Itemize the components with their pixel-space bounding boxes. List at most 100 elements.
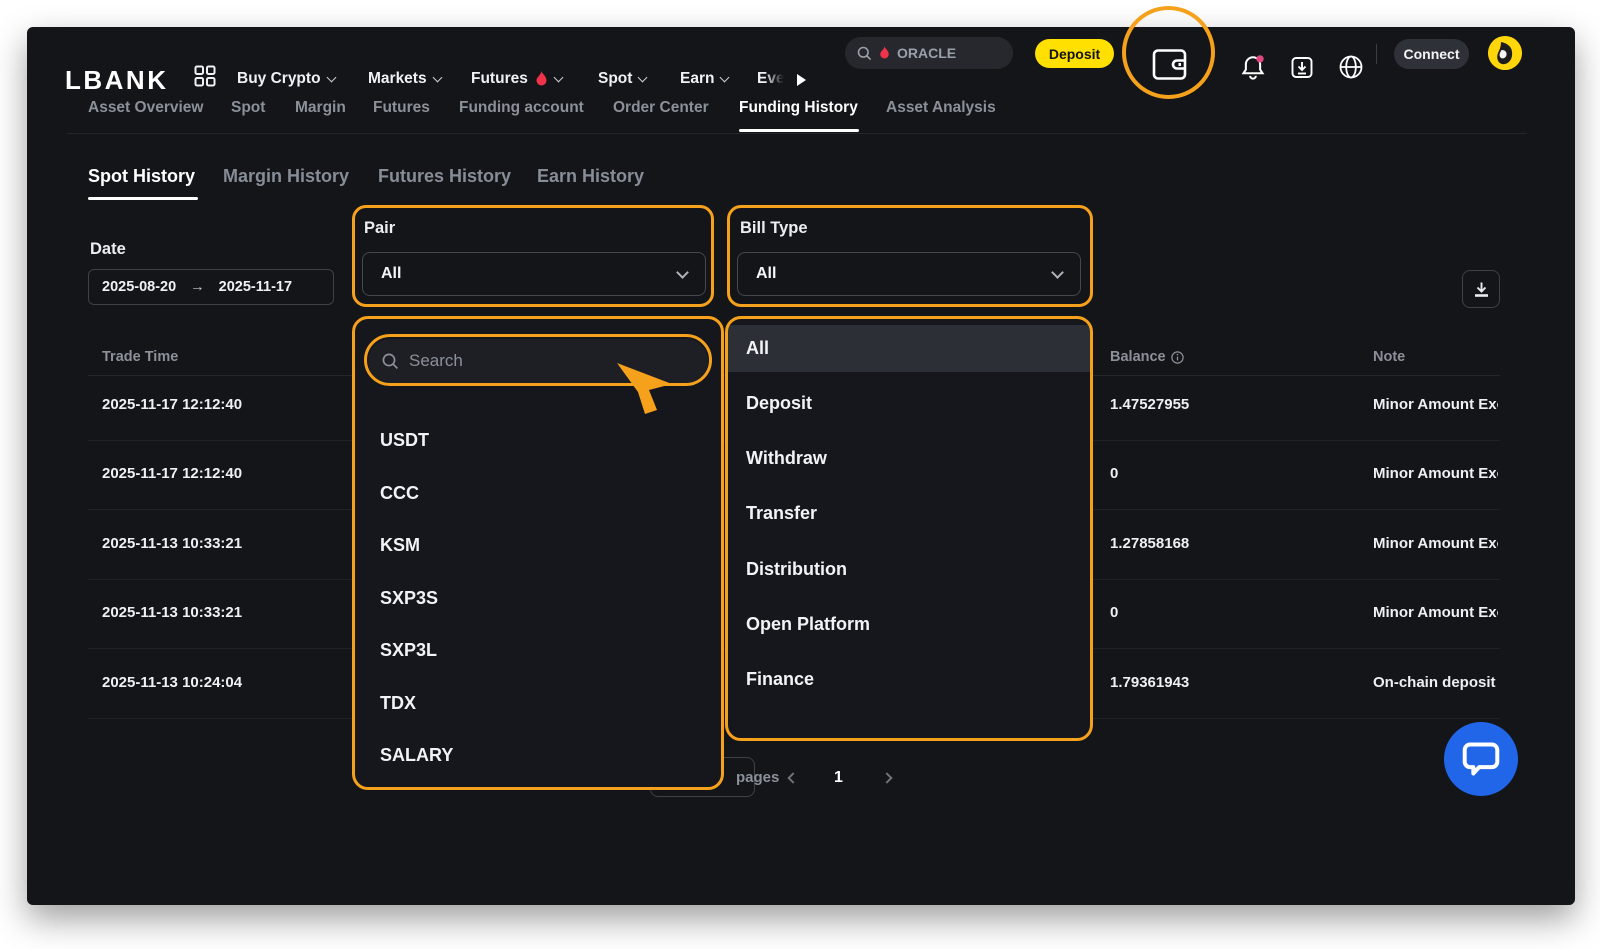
nav-markets-label: Markets (368, 70, 427, 88)
subnav-futures[interactable]: Futures (373, 99, 430, 117)
col-header-note: Note (1373, 349, 1405, 365)
bill-type-select-value: All (756, 265, 776, 283)
pair-option-tdx[interactable]: TDX (380, 693, 416, 714)
pair-search-field[interactable] (368, 339, 708, 383)
bill-option-selected-bg (727, 325, 1093, 372)
date-to: 2025-11-17 (219, 279, 292, 295)
bill-option-distribution[interactable]: Distribution (746, 559, 847, 580)
bill-option-open-platform[interactable]: Open Platform (746, 614, 870, 635)
subnav-spot[interactable]: Spot (231, 99, 265, 117)
info-icon[interactable] (1171, 351, 1184, 364)
current-page[interactable]: 1 (834, 769, 843, 787)
next-page-icon[interactable] (881, 772, 892, 783)
row2-trade-time: 2025-11-17 12:12:40 (102, 465, 242, 482)
tab-futures-history[interactable]: Futures History (378, 166, 511, 187)
chevron-down-icon (326, 72, 336, 82)
pagination-label: pages (736, 769, 779, 786)
avatar-logo (1488, 36, 1522, 70)
row2-note: Minor Amount Exc (1373, 465, 1498, 482)
notifications-bell-icon[interactable] (1240, 54, 1266, 81)
live-chat-button[interactable] (1444, 722, 1518, 796)
subnav-margin[interactable]: Margin (295, 99, 346, 117)
page: LBANK Buy Crypto Markets Futures Sp (0, 0, 1600, 949)
nav-divider (1376, 44, 1377, 64)
export-button[interactable] (1462, 270, 1500, 308)
nav-spot[interactable]: Spot (598, 70, 646, 88)
flame-icon (879, 46, 890, 60)
col-header-trade-time: Trade Time (102, 349, 178, 365)
chevron-down-icon (720, 72, 730, 82)
avatar[interactable] (1488, 36, 1522, 70)
nav-futures[interactable]: Futures (471, 70, 562, 88)
nav-earn[interactable]: Earn (680, 70, 728, 88)
tab-spot-history[interactable]: Spot History (88, 166, 195, 187)
pair-option-sxp3l[interactable]: SXP3L (380, 640, 437, 661)
apps-grid-icon[interactable] (194, 65, 216, 87)
bill-option-transfer[interactable]: Transfer (746, 503, 817, 524)
bill-type-select[interactable]: All (737, 252, 1081, 296)
search-icon (382, 353, 399, 370)
nav-markets[interactable]: Markets (368, 70, 441, 88)
search-icon (857, 46, 872, 61)
row3-note: Minor Amount Exc (1373, 535, 1498, 552)
prev-page-icon[interactable] (787, 772, 798, 783)
pair-select[interactable]: All (362, 252, 706, 296)
row3-trade-time: 2025-11-13 10:33:21 (102, 535, 242, 552)
pair-option-salary[interactable]: SALARY (380, 745, 453, 766)
pair-option-usdt[interactable]: USDT (380, 430, 429, 451)
subnav-funding-history[interactable]: Funding History (739, 99, 858, 117)
deposit-button[interactable]: Deposit (1035, 39, 1114, 68)
subnav-order-center[interactable]: Order Center (613, 99, 709, 117)
bill-option-finance[interactable]: Finance (746, 669, 814, 690)
nav-scroll-right-icon[interactable] (797, 74, 806, 86)
pair-option-sxp3s[interactable]: SXP3S (380, 588, 438, 609)
col-header-balance: Balance (1110, 349, 1184, 365)
date-range-input[interactable]: 2025-08-20 → 2025-11-17 (88, 269, 334, 305)
pair-dropdown-panel: USDT CCC KSM SXP3S SXP3L TDX SALARY (354, 317, 724, 789)
connect-button[interactable]: Connect (1394, 39, 1469, 69)
row1-note: Minor Amount Exc (1373, 396, 1498, 413)
tab-earn-history[interactable]: Earn History (537, 166, 644, 187)
search-hot-term: ORACLE (897, 45, 956, 61)
subnav-asset-overview[interactable]: Asset Overview (88, 99, 203, 117)
nav-buy-crypto[interactable]: Buy Crypto (237, 70, 335, 88)
date-arrow-icon: → (190, 279, 205, 295)
notification-dot (1256, 55, 1263, 62)
pair-option-ccc[interactable]: CCC (380, 483, 419, 504)
subnav-asset-analysis[interactable]: Asset Analysis (886, 99, 996, 117)
row2-balance: 0 (1110, 465, 1118, 482)
chat-bubble-icon (1461, 740, 1501, 778)
bill-option-deposit[interactable]: Deposit (746, 393, 812, 414)
row5-balance: 1.79361943 (1110, 674, 1189, 691)
date-from: 2025-08-20 (102, 279, 176, 295)
chevron-down-icon (676, 266, 689, 279)
row5-trade-time: 2025-11-13 10:24:04 (102, 674, 242, 691)
row4-note: Minor Amount Exc (1373, 604, 1498, 621)
chevron-down-icon (1051, 266, 1064, 279)
nav-fade (765, 66, 787, 94)
nav-futures-label: Futures (471, 70, 528, 88)
app-window: LBANK Buy Crypto Markets Futures Sp (27, 27, 1575, 905)
nav-spot-label: Spot (598, 70, 632, 88)
pair-search-input[interactable] (409, 351, 649, 371)
subnav-active-underline (739, 129, 859, 132)
bill-option-all[interactable]: All (746, 338, 769, 359)
global-search[interactable]: ORACLE (845, 37, 1013, 69)
tab-margin-history[interactable]: Margin History (223, 166, 349, 187)
bill-type-dropdown-panel: All Deposit Withdraw Transfer Distributi… (727, 317, 1093, 740)
pair-option-ksm[interactable]: KSM (380, 535, 420, 556)
chevron-down-icon (638, 72, 648, 82)
wallet-icon[interactable] (1151, 48, 1188, 81)
nav-events-truncated[interactable]: Eve (757, 70, 785, 88)
subnav-funding-account[interactable]: Funding account (459, 99, 584, 117)
language-globe-icon[interactable] (1338, 54, 1364, 80)
bill-option-withdraw[interactable]: Withdraw (746, 448, 827, 469)
pair-label: Pair (364, 219, 395, 238)
tab-active-underline (88, 197, 198, 200)
app-download-icon[interactable] (1289, 54, 1315, 81)
lbank-logo[interactable]: LBANK (65, 65, 169, 96)
chevron-down-icon (553, 72, 563, 82)
row1-balance: 1.47527955 (1110, 396, 1189, 413)
row4-trade-time: 2025-11-13 10:33:21 (102, 604, 242, 621)
row1-trade-time: 2025-11-17 12:12:40 (102, 396, 242, 413)
